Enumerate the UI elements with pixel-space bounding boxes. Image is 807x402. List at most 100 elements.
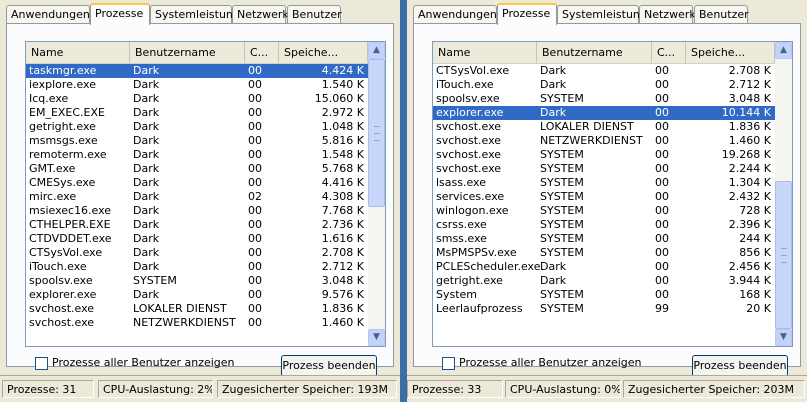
vertical-scrollbar[interactable]: ▲ ▼: [775, 42, 792, 346]
column-header-name[interactable]: Name: [26, 42, 130, 63]
checkbox-box[interactable]: [442, 356, 455, 370]
table-row[interactable]: Icq.exe Dark 00 15.060 K: [26, 92, 368, 106]
table-row[interactable]: GMT.exe Dark 00 5.768 K: [26, 162, 368, 176]
table-row[interactable]: getright.exe Dark 00 3.944 K: [433, 274, 775, 288]
table-row[interactable]: svchost.exe NETZWERKDIENST 00 1.460 K: [433, 134, 775, 148]
table-row[interactable]: EM_EXEC.EXE Dark 00 2.972 K: [26, 106, 368, 120]
table-row[interactable]: smss.exe SYSTEM 00 244 K: [433, 232, 775, 246]
process-user: SYSTEM: [133, 274, 177, 287]
process-memory: 10.144 K: [721, 106, 771, 119]
end-process-button[interactable]: Prozess beenden: [281, 355, 377, 377]
scroll-down-arrow-icon[interactable]: ▼: [368, 329, 385, 346]
tab-applications[interactable]: Anwendungen: [6, 5, 90, 23]
process-cpu: 00: [655, 204, 669, 217]
table-row[interactable]: svchost.exe SYSTEM 00 2.244 K: [433, 162, 775, 176]
table-row[interactable]: CTSysVol.exe Dark 00 2.708 K: [433, 64, 775, 78]
process-cpu: 00: [655, 246, 669, 259]
table-row[interactable]: MsPMSPSv.exe SYSTEM 00 856 K: [433, 246, 775, 260]
tab-users[interactable]: Benutzer: [287, 5, 342, 23]
table-row[interactable]: taskmgr.exe Dark 00 4.424 K: [26, 64, 368, 78]
table-row[interactable]: explorer.exe Dark 00 9.576 K: [26, 288, 368, 302]
table-row[interactable]: spoolsv.exe SYSTEM 00 3.048 K: [433, 92, 775, 106]
table-row[interactable]: iTouch.exe Dark 00 2.712 K: [433, 78, 775, 92]
process-memory: 1.836 K: [728, 120, 771, 133]
table-row[interactable]: iTouch.exe Dark 00 2.712 K: [26, 260, 368, 274]
table-row[interactable]: svchost.exe LOKALER DIENST 00 1.836 K: [26, 302, 368, 316]
tab-processes[interactable]: Prozesse: [90, 3, 150, 25]
table-row[interactable]: svchost.exe LOKALER DIENST 00 1.836 K: [433, 120, 775, 134]
process-memory: 3.944 K: [728, 274, 771, 287]
end-process-button[interactable]: Prozess beenden: [692, 355, 788, 377]
scroll-down-arrow-icon[interactable]: ▼: [775, 329, 792, 346]
table-row[interactable]: msmsgs.exe Dark 00 5.816 K: [26, 134, 368, 148]
column-header-cpu[interactable]: C...: [652, 42, 686, 63]
process-rows: taskmgr.exe Dark 00 4.424 K iexplore.exe Dark…: [26, 64, 368, 330]
process-name: smss.exe: [436, 232, 487, 245]
process-cpu: 00: [655, 120, 669, 133]
tab-performance[interactable]: Systemleistung: [557, 5, 647, 23]
process-memory: 2.712 K: [321, 260, 364, 273]
process-cpu: 00: [248, 274, 262, 287]
show-all-users-checkbox[interactable]: Prozesse aller Benutzer anzeigen: [35, 356, 235, 370]
scroll-up-arrow-icon[interactable]: ▲: [775, 42, 792, 59]
show-all-users-checkbox[interactable]: Prozesse aller Benutzer anzeigen: [442, 356, 642, 370]
table-row[interactable]: Leerlaufprozess SYSTEM 99 20 K: [433, 302, 775, 316]
scroll-thumb[interactable]: [775, 181, 792, 329]
table-row[interactable]: remoterm.exe Dark 00 1.548 K: [26, 148, 368, 162]
process-name: spoolsv.exe: [436, 92, 500, 105]
table-row[interactable]: CMESys.exe Dark 00 4.416 K: [26, 176, 368, 190]
process-user: Dark: [133, 162, 160, 175]
process-user: Dark: [540, 106, 567, 119]
status-commit-charge: Zugesicherter Speicher: 193M: [217, 380, 397, 398]
table-row[interactable]: PCLEScheduler.exe Dark 00 2.456 K: [433, 260, 775, 274]
process-name: mirc.exe: [29, 190, 77, 203]
table-row[interactable]: getright.exe Dark 00 1.048 K: [26, 120, 368, 134]
process-list[interactable]: Name Benutzername C... Speiche... taskmg…: [25, 41, 386, 347]
process-memory: 1.048 K: [321, 120, 364, 133]
column-header-cpu[interactable]: C...: [245, 42, 279, 63]
process-memory: 5.768 K: [321, 162, 364, 175]
table-row[interactable]: services.exe SYSTEM 00 2.432 K: [433, 190, 775, 204]
process-cpu: 00: [248, 78, 262, 91]
table-row[interactable]: explorer.exe Dark 00 10.144 K: [433, 106, 775, 120]
tab-network[interactable]: Netzwerk: [639, 5, 696, 23]
table-row[interactable]: CTDVDDET.exe Dark 00 1.616 K: [26, 232, 368, 246]
table-row[interactable]: csrss.exe SYSTEM 00 2.396 K: [433, 218, 775, 232]
scroll-thumb[interactable]: [368, 59, 385, 207]
tab-applications[interactable]: Anwendungen: [413, 5, 497, 23]
table-row[interactable]: winlogon.exe SYSTEM 00 728 K: [433, 204, 775, 218]
process-user: Dark: [133, 148, 160, 161]
table-row[interactable]: lsass.exe SYSTEM 00 1.304 K: [433, 176, 775, 190]
checkbox-box[interactable]: [35, 356, 48, 370]
table-row[interactable]: svchost.exe NETZWERKDIENST 00 1.460 K: [26, 316, 368, 330]
table-row[interactable]: iexplore.exe Dark 00 1.540 K: [26, 78, 368, 92]
process-memory: 1.304 K: [728, 176, 771, 189]
column-header-user[interactable]: Benutzername: [537, 42, 652, 63]
process-name: Leerlaufprozess: [436, 302, 523, 315]
process-user: Dark: [133, 120, 160, 133]
process-memory: 1.460 K: [728, 134, 771, 147]
table-row[interactable]: CTHELPER.EXE Dark 00 2.736 K: [26, 218, 368, 232]
table-row[interactable]: svchost.exe SYSTEM 00 19.268 K: [433, 148, 775, 162]
process-cpu: 00: [248, 92, 262, 105]
tab-network[interactable]: Netzwerk: [232, 5, 289, 23]
processes-page: Name Benutzername C... Speiche... taskmg…: [6, 23, 394, 377]
table-row[interactable]: msiexec16.exe Dark 00 7.768 K: [26, 204, 368, 218]
column-header-user[interactable]: Benutzername: [130, 42, 245, 63]
process-list[interactable]: Name Benutzername C... Speiche... CTSysV…: [432, 41, 793, 347]
process-user: SYSTEM: [540, 92, 584, 105]
column-header-memory[interactable]: Speiche...: [279, 42, 368, 63]
process-user: SYSTEM: [540, 162, 584, 175]
tab-performance[interactable]: Systemleistung: [150, 5, 240, 23]
table-row[interactable]: mirc.exe Dark 02 4.308 K: [26, 190, 368, 204]
table-row[interactable]: spoolsv.exe SYSTEM 00 3.048 K: [26, 274, 368, 288]
column-header-name[interactable]: Name: [433, 42, 537, 63]
table-row[interactable]: CTSysVol.exe Dark 00 2.708 K: [26, 246, 368, 260]
tab-users[interactable]: Benutzer: [694, 5, 749, 23]
scroll-up-arrow-icon[interactable]: ▲: [368, 42, 385, 59]
process-user: Dark: [133, 134, 160, 147]
column-header-memory[interactable]: Speiche...: [686, 42, 775, 63]
vertical-scrollbar[interactable]: ▲ ▼: [368, 42, 385, 346]
tab-processes[interactable]: Prozesse: [497, 3, 557, 25]
table-row[interactable]: System SYSTEM 00 168 K: [433, 288, 775, 302]
